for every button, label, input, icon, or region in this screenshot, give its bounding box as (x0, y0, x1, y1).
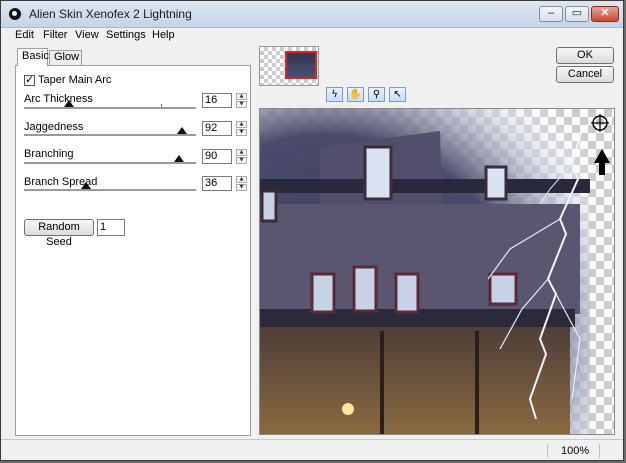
porch-lamp (342, 403, 354, 415)
branch-spread-slider[interactable] (24, 182, 196, 192)
cancel-button[interactable]: Cancel (556, 66, 614, 83)
branch-spread-slider-thumb[interactable] (80, 182, 91, 189)
status-bar: 100% (1, 439, 623, 462)
zoom-tool-icon[interactable]: ⚲ (368, 87, 385, 102)
up-arrow-icon[interactable] (594, 149, 610, 175)
window (310, 272, 336, 314)
spin-down-icon[interactable]: ▼ (236, 101, 247, 108)
arc-thickness-label: Arc Thickness (24, 93, 93, 105)
status-divider (599, 444, 600, 458)
minimize-button[interactable]: – (539, 6, 563, 22)
spin-down-icon[interactable]: ▼ (236, 129, 247, 136)
jaggedness-spinner[interactable]: ▲ ▼ (236, 121, 247, 137)
taper-main-arc-label: Taper Main Arc (38, 74, 112, 86)
preview-image (260, 109, 610, 434)
ok-button[interactable]: OK (556, 47, 614, 64)
tab-basic[interactable]: Basic (17, 48, 49, 66)
arc-thickness-value[interactable]: 16 (202, 93, 232, 108)
menu-settings[interactable]: Settings (106, 29, 146, 41)
zoom-level: 100% (561, 445, 590, 457)
menu-filter[interactable]: Filter (43, 29, 67, 41)
spin-up-icon[interactable]: ▲ (236, 149, 247, 156)
status-divider (547, 444, 548, 458)
arc-thickness-slider-thumb[interactable] (63, 100, 74, 107)
menu-view[interactable]: View (75, 29, 99, 41)
hand-tool-icon[interactable]: ✋ (347, 87, 364, 102)
window (260, 189, 278, 223)
taper-main-arc-row[interactable]: Taper Main Arc (24, 73, 112, 86)
app-icon (9, 8, 21, 20)
navigator-thumbnail[interactable] (259, 46, 319, 86)
basic-tab-body: Taper Main Arc Arc Thickness 16 ▲▼ Jagge… (15, 65, 251, 436)
spin-up-icon[interactable]: ▲ (236, 176, 247, 183)
branching-slider[interactable] (24, 155, 196, 165)
menu-help[interactable]: Help (152, 29, 175, 41)
porch (260, 327, 570, 434)
branching-slider-thumb[interactable] (173, 155, 184, 162)
settings-panel: Basic Glow Taper Main Arc Arc Thickness … (15, 48, 251, 436)
branching-value[interactable]: 90 (202, 149, 232, 164)
spin-down-icon[interactable]: ▼ (236, 157, 247, 164)
branch-spread-value[interactable]: 36 (202, 176, 232, 191)
close-button[interactable]: ✕ (591, 6, 619, 22)
tab-glow[interactable]: Glow (49, 50, 82, 65)
taper-main-arc-checkbox[interactable] (24, 73, 35, 86)
spin-down-icon[interactable]: ▼ (236, 184, 247, 191)
window (394, 272, 420, 314)
crosshair-target-icon[interactable] (591, 114, 609, 132)
random-seed-input[interactable]: 1 (97, 219, 125, 236)
view-rectangle[interactable] (285, 51, 317, 79)
maximize-button[interactable]: ▭ (565, 6, 589, 22)
spin-up-icon[interactable]: ▲ (236, 121, 247, 128)
window (352, 265, 378, 313)
arc-thickness-slider[interactable] (24, 100, 196, 110)
preview-canvas[interactable] (259, 108, 615, 435)
branching-label: Branching (24, 148, 74, 160)
jaggedness-value[interactable]: 92 (202, 121, 232, 136)
window (363, 145, 393, 201)
window (484, 165, 508, 201)
title-bar[interactable]: Alien Skin Xenofex 2 Lightning – ▭ ✕ (1, 1, 623, 28)
jaggedness-label: Jaggedness (24, 121, 84, 133)
jaggedness-slider-thumb[interactable] (177, 127, 188, 134)
window-title: Alien Skin Xenofex 2 Lightning (29, 7, 192, 21)
menu-bar: Edit Filter View Settings Help (1, 28, 623, 43)
pointer-tool-icon[interactable]: ↖ (389, 87, 406, 102)
random-seed-button[interactable]: Random Seed (24, 219, 94, 248)
window (488, 272, 518, 306)
branching-spinner[interactable]: ▲ ▼ (236, 149, 247, 165)
plugin-window: Alien Skin Xenofex 2 Lightning – ▭ ✕ Edi… (0, 0, 624, 461)
spin-up-icon[interactable]: ▲ (236, 93, 247, 100)
branch-spread-spinner[interactable]: ▲ ▼ (236, 176, 247, 192)
menu-edit[interactable]: Edit (15, 29, 34, 41)
arc-thickness-spinner[interactable]: ▲ ▼ (236, 93, 247, 109)
lightning-tool-icon[interactable]: ϟ (326, 87, 343, 102)
slider-tick (161, 104, 162, 107)
jaggedness-slider[interactable] (24, 127, 196, 137)
